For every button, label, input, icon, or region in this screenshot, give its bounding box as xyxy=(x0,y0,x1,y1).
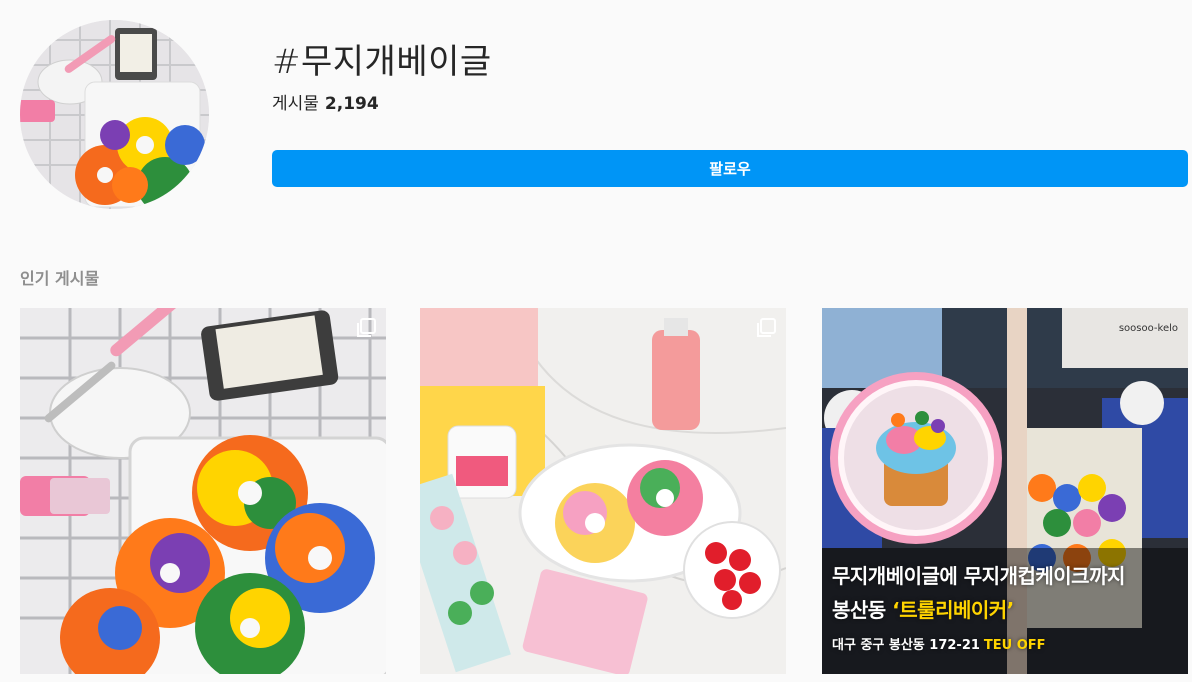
follow-button[interactable]: 팔로우 xyxy=(272,150,1188,187)
hashtag-page: #무지개베이글 게시물 2,194 팔로우 인기 게시물 soosoo-kelo… xyxy=(0,0,1192,682)
multiple-posts-icon xyxy=(756,318,776,338)
post-tile-1[interactable] xyxy=(20,308,386,674)
shop-sign-text: soosoo-kelo xyxy=(1114,322,1182,335)
post-overlay-headline: 무지개베이글에 무지개컵케이크까지 xyxy=(832,564,1125,588)
post-tile-2[interactable] xyxy=(420,308,786,674)
top-posts-heading: 인기 게시물 xyxy=(20,269,100,288)
post-overlay-subhead: 봉산동 ‘트룰리베이커’ xyxy=(832,594,1014,623)
post-overlay-address-text: 대구 중구 봉산동 172-21 xyxy=(832,638,980,653)
post-overlay-brand: TEU OFF xyxy=(983,638,1046,653)
multiple-posts-icon xyxy=(356,318,376,338)
post-count: 게시물 2,194 xyxy=(272,89,379,114)
post-image-bagels-marble xyxy=(420,308,786,674)
post-count-label: 게시물 xyxy=(272,94,319,114)
post-overlay-address: 대구 중구 봉산동 172-21 TEU OFF xyxy=(832,634,1046,653)
post-image-bagels-rack xyxy=(20,308,386,674)
post-count-value: 2,194 xyxy=(324,94,379,114)
hashtag-avatar xyxy=(20,20,209,209)
avatar-image xyxy=(20,20,209,209)
post-overlay-shop-name: ‘트룰리베이커’ xyxy=(892,598,1014,622)
post-overlay-subhead-prefix: 봉산동 xyxy=(832,598,893,622)
hashtag-title: #무지개베이글 xyxy=(272,42,492,82)
post-tile-3[interactable]: soosoo-kelo 무지개베이글에 무지개컵케이크까지 봉산동 ‘트룰리베이… xyxy=(822,308,1188,674)
